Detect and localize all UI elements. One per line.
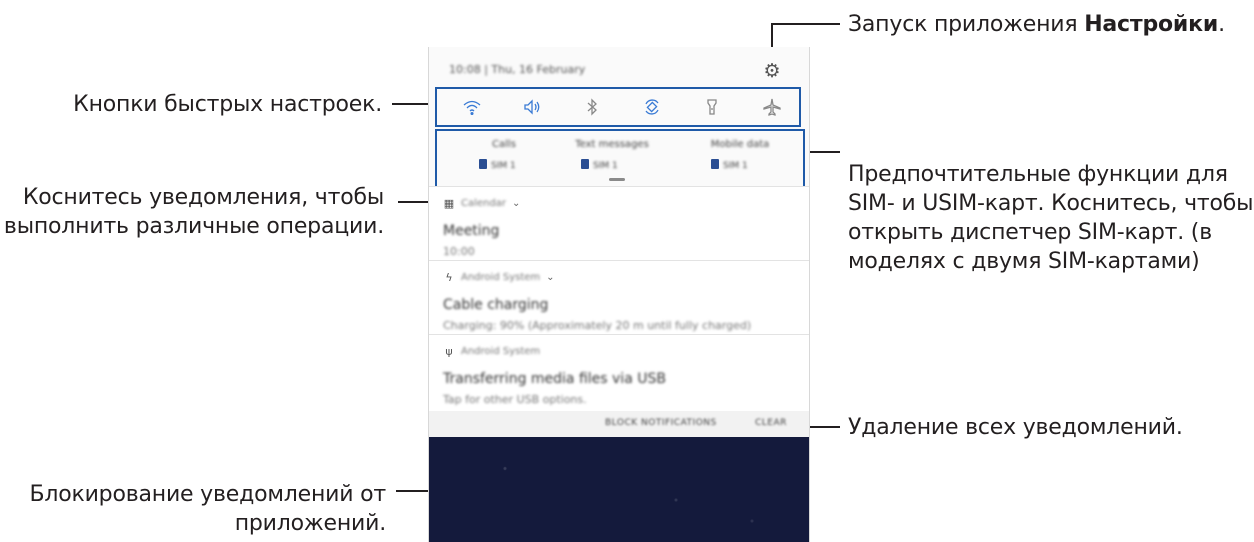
notification-tap-callout: Коснитесь уведомления, чтобы выполнить р… <box>0 183 384 241</box>
sim-callout-line-1: Предпочтительные функции для <box>848 162 1228 187</box>
sim-calls[interactable]: Calls SIM 1 <box>449 137 559 181</box>
settings-callout-bold: Настройки <box>1084 12 1219 37</box>
sound-button[interactable] <box>512 89 552 125</box>
notification-text: Tap for other USB options. <box>443 393 587 406</box>
sim-leader <box>808 151 840 153</box>
notification-app-name: Android System <box>461 272 541 283</box>
chevron-down-icon[interactable]: ⌄ <box>546 272 554 283</box>
sim-card-icon <box>581 159 589 169</box>
sim-callout-line-4: моделях с двумя SIM-картами) <box>848 249 1200 274</box>
quick-settings-buttons <box>435 87 801 127</box>
bluetooth-button[interactable] <box>572 89 612 125</box>
notification-header: ▦ Calendar ⌄ <box>443 197 521 210</box>
quick-settings-callout-text: Кнопки быстрых настроек. <box>73 92 382 117</box>
auto-rotate-button[interactable] <box>632 89 672 125</box>
sim-calls-title: Calls <box>492 139 516 150</box>
notification-title: Cable charging <box>443 297 549 313</box>
sim-text-title: Text messages <box>575 139 649 150</box>
notification-title: Meeting <box>443 223 500 239</box>
notification-text: Charging: 90% (Approximately 20 m until … <box>443 319 752 332</box>
notification-tap-line-2: выполнить различные операции. <box>3 214 384 239</box>
notification-title: Transferring media files via USB <box>443 371 666 387</box>
wifi-button[interactable] <box>452 89 492 125</box>
notification-charging[interactable]: ϟ Android System ⌄ Cable charging Chargi… <box>429 260 809 335</box>
calendar-icon: ▦ <box>443 197 455 210</box>
flashlight-button[interactable] <box>692 89 732 125</box>
sim-callout-line-2: SIM- и USIM-карт. Коснитесь, чтобы <box>848 191 1254 216</box>
status-date-time: 10:08 | Thu, 16 February <box>449 63 586 76</box>
airplane-mode-button[interactable] <box>752 89 792 125</box>
settings-callout-end: . <box>1218 12 1225 37</box>
quick-settings-callout: Кнопки быстрых настроек. <box>40 90 382 119</box>
sim-calls-value: SIM 1 <box>491 161 516 171</box>
notification-tap-line-1: Коснитесь уведомления, чтобы <box>22 185 384 210</box>
notification-header: ψ Android System <box>443 345 540 358</box>
sim-text-value: SIM 1 <box>593 161 618 171</box>
settings-callout: Запуск приложения Настройки. <box>848 10 1225 39</box>
bluetooth-icon <box>587 98 597 116</box>
flashlight-icon <box>707 99 717 115</box>
sim-card-icon <box>711 159 719 169</box>
wifi-icon <box>463 100 481 116</box>
sim-mobile-data[interactable]: Mobile data SIM 1 <box>685 137 795 181</box>
notification-usb[interactable]: ψ Android System Transferring media file… <box>429 334 809 412</box>
clear-button[interactable]: CLEAR <box>755 418 787 428</box>
clear-all-callout: Удаление всех уведомлений. <box>848 413 1183 442</box>
lightning-icon: ϟ <box>445 271 453 284</box>
block-notifications-button[interactable]: BLOCK NOTIFICATIONS <box>605 418 717 428</box>
gear-icon[interactable]: ⚙ <box>762 61 782 81</box>
home-wallpaper <box>429 437 809 542</box>
sim-data-value: SIM 1 <box>723 161 748 171</box>
notification-panel: 10:08 | Thu, 16 February ⚙ Calls SIM 1 T… <box>428 47 810 542</box>
panel-drag-handle[interactable] <box>609 178 625 181</box>
notification-header: ϟ Android System ⌄ <box>443 271 554 284</box>
chevron-down-icon[interactable]: ⌄ <box>512 198 520 209</box>
settings-callout-text: Запуск приложения <box>848 12 1085 37</box>
sim-data-title: Mobile data <box>710 139 770 150</box>
clear-all-callout-text: Удаление всех уведомлений. <box>848 415 1183 440</box>
block-callout: Блокирование уведомлений от приложений. <box>0 480 386 538</box>
notification-text: 10:00 <box>443 245 475 258</box>
airplane-mode-icon <box>763 98 781 116</box>
notification-calendar[interactable]: ▦ Calendar ⌄ Meeting 10:00 <box>429 186 809 261</box>
notification-app-name: Android System <box>461 346 541 357</box>
notification-actions: BLOCK NOTIFICATIONS CLEAR <box>429 411 809 437</box>
sim-text-messages[interactable]: Text messages SIM 1 <box>557 137 667 181</box>
notification-app-name: Calendar <box>461 198 506 209</box>
sim-callout-line-3: открыть диспетчер SIM-карт. (в <box>848 220 1212 245</box>
sound-icon <box>524 99 540 115</box>
settings-leader-h <box>772 23 840 25</box>
block-callout-line-2: приложений. <box>234 511 386 536</box>
auto-rotate-icon <box>645 99 659 115</box>
usb-icon: ψ <box>445 345 453 358</box>
block-callout-line-1: Блокирование уведомлений от <box>29 482 386 507</box>
sim-callout: Предпочтительные функции для SIM- и USIM… <box>848 160 1254 276</box>
sim-card-icon <box>479 159 487 169</box>
